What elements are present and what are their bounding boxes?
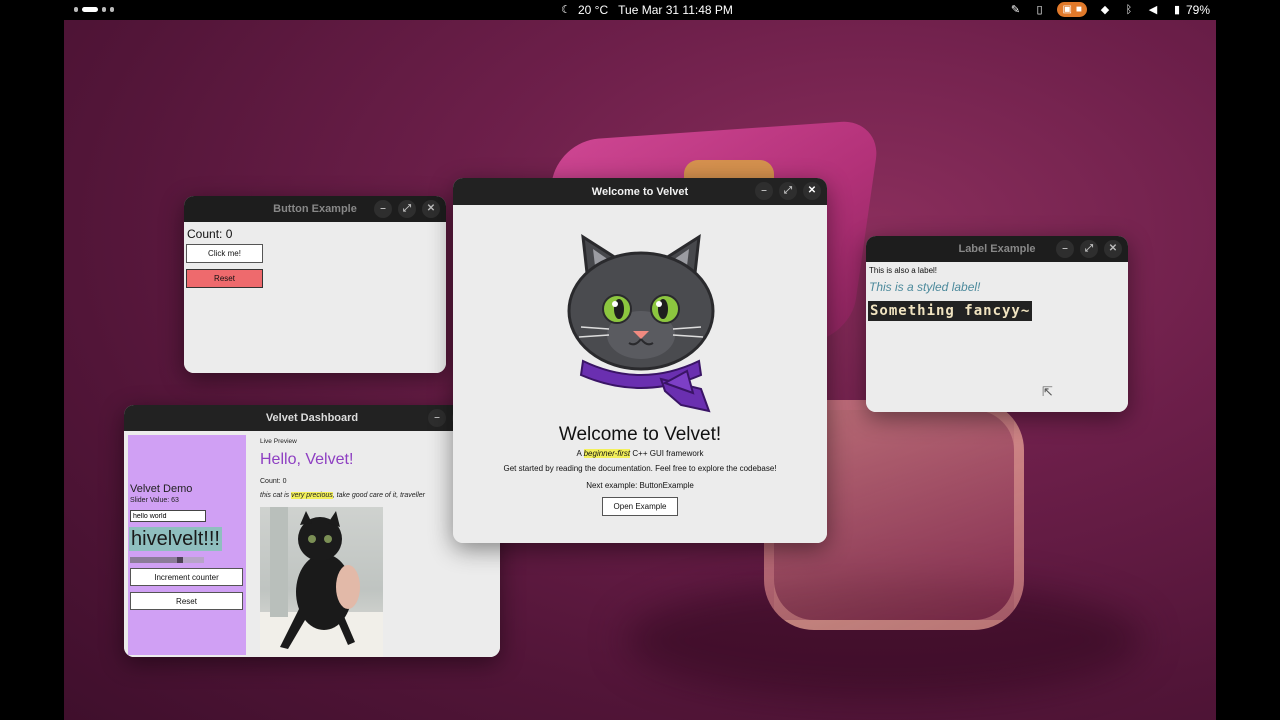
live-preview-label: Live Preview xyxy=(260,438,297,445)
label-example-window: Label Example – ⤢ ✕ This is also a label… xyxy=(866,236,1128,412)
dashboard-titlebar[interactable]: Velvet Dashboard – ⤢ ✕ xyxy=(124,405,500,431)
progress-track[interactable] xyxy=(130,557,204,563)
button-example-content: Count: 0 Click me! Reset xyxy=(184,222,446,373)
big-text-label: hivelvelt!!! xyxy=(129,527,222,551)
plain-label: This is also a label! xyxy=(869,266,938,275)
dashboard-reset-button[interactable]: Reset xyxy=(130,592,243,610)
cat-caption-highlight: very precious xyxy=(291,492,333,499)
close-icon[interactable]: ✕ xyxy=(422,200,440,218)
datetime-text: Tue Mar 31 11:48 PM xyxy=(618,3,733,17)
close-icon[interactable]: ✕ xyxy=(1104,240,1122,258)
slider-handle[interactable] xyxy=(177,557,183,563)
screen-share-icon: ▣ xyxy=(1062,4,1072,15)
top-bar: ☾ 20 °C Tue Mar 31 11:48 PM ✎ ▯ ▣ ■ ◆ ᛒ … xyxy=(0,0,1280,20)
button-example-titlebar[interactable]: Button Example – ⤢ ✕ xyxy=(184,196,446,222)
bluetooth-icon[interactable]: ᛒ xyxy=(1123,4,1135,16)
hello-heading: Hello, Velvet! xyxy=(260,451,354,468)
styled-label: This is a styled label! xyxy=(869,280,981,294)
welcome-subtitle: A beginner-first C++ GUI framework xyxy=(453,449,827,458)
reset-button[interactable]: Reset xyxy=(186,269,263,288)
fancy-label: Something fancyy~ xyxy=(868,301,1033,321)
volume-icon[interactable]: ◀ xyxy=(1147,4,1159,16)
window-title: Welcome to Velvet xyxy=(591,185,689,198)
click-me-button[interactable]: Click me! xyxy=(186,244,263,263)
velvet-cat-mascot xyxy=(567,234,715,413)
minimize-icon[interactable]: – xyxy=(428,409,446,427)
moon-icon: ☾ xyxy=(561,4,571,16)
maximize-icon[interactable]: ⤢ xyxy=(779,182,797,200)
minimize-icon[interactable]: – xyxy=(755,182,773,200)
battery-icon: ▮ xyxy=(1173,3,1180,16)
cat-caption-suffix: , take good care of it, traveller xyxy=(332,492,425,499)
welcome-titlebar[interactable]: Welcome to Velvet – ⤢ ✕ xyxy=(453,178,827,205)
window-title: Velvet Dashboard xyxy=(265,412,359,424)
welcome-heading: Welcome to Velvet! xyxy=(558,424,722,445)
dashboard-content: Velvet Demo Slider Value: 63 hivelvelt!!… xyxy=(124,431,500,657)
battery-text: 79% xyxy=(1185,2,1210,17)
system-tray: ✎ ▯ ▣ ■ ◆ ᛒ ◀ ▮ 79% xyxy=(1009,2,1210,17)
cat-caption-prefix: this cat is xyxy=(260,492,292,499)
preview-count-label: Count: 0 xyxy=(260,478,287,485)
record-icon: ■ xyxy=(1075,4,1082,15)
maximize-icon[interactable]: ⤢ xyxy=(1080,240,1098,258)
clock-area[interactable]: ☾ 20 °C Tue Mar 31 11:48 PM xyxy=(560,3,733,17)
screen-share-indicator[interactable]: ▣ ■ xyxy=(1057,2,1087,17)
welcome-description: Get started by reading the documentation… xyxy=(503,464,777,473)
welcome-content: Welcome to Velvet! A beginner-first C++ … xyxy=(453,205,827,543)
progress-fill xyxy=(130,557,177,563)
next-example-label: Next example: ButtonExample xyxy=(586,481,694,490)
wifi-icon[interactable]: ◆ xyxy=(1099,4,1111,16)
maximize-icon[interactable]: ⤢ xyxy=(398,200,416,218)
sidebar-title: Velvet Demo xyxy=(130,483,193,495)
minimize-icon[interactable]: – xyxy=(1056,240,1074,258)
color-picker-icon[interactable]: ✎ xyxy=(1009,4,1021,16)
subtitle-highlight: beginner-first xyxy=(583,449,631,458)
window-title: Label Example xyxy=(958,243,1036,255)
cat-caption: this cat is very precious, take good car… xyxy=(260,492,425,499)
subtitle-suffix: C++ GUI framework xyxy=(630,449,704,458)
button-example-window: Button Example – ⤢ ✕ Count: 0 Click me! … xyxy=(184,196,446,373)
minimize-icon[interactable]: – xyxy=(374,200,392,218)
window-title: Button Example xyxy=(273,203,357,215)
slider-value-label: Slider Value: 63 xyxy=(130,497,179,504)
screen: ☾ 20 °C Tue Mar 31 11:48 PM ✎ ▯ ▣ ■ ◆ ᛒ … xyxy=(0,0,1280,720)
increment-counter-button[interactable]: Increment counter xyxy=(130,568,243,586)
mouse-cursor-icon: ⇱ xyxy=(1042,384,1053,399)
text-input[interactable] xyxy=(130,510,206,522)
cat-photo xyxy=(260,507,383,657)
weather-text: 20 °C xyxy=(578,3,609,17)
clipboard-icon[interactable]: ▯ xyxy=(1033,4,1045,16)
label-example-content: This is also a label! This is a styled l… xyxy=(866,262,1128,412)
subtitle-prefix: A xyxy=(576,449,584,458)
count-label: Count: 0 xyxy=(187,227,233,241)
welcome-window: Welcome to Velvet – ⤢ ✕ Welcome to Velve… xyxy=(453,178,827,543)
workspace-indicator[interactable] xyxy=(74,7,114,12)
dashboard-sidebar: Velvet Demo Slider Value: 63 hivelvelt!!… xyxy=(128,435,246,655)
battery-status[interactable]: ▮ 79% xyxy=(1171,3,1210,17)
close-icon[interactable]: ✕ xyxy=(803,182,821,200)
velvet-dashboard-window: Velvet Dashboard – ⤢ ✕ Velvet Demo Slide… xyxy=(124,405,500,657)
label-example-titlebar[interactable]: Label Example – ⤢ ✕ xyxy=(866,236,1128,262)
open-example-button[interactable]: Open Example xyxy=(602,497,678,516)
